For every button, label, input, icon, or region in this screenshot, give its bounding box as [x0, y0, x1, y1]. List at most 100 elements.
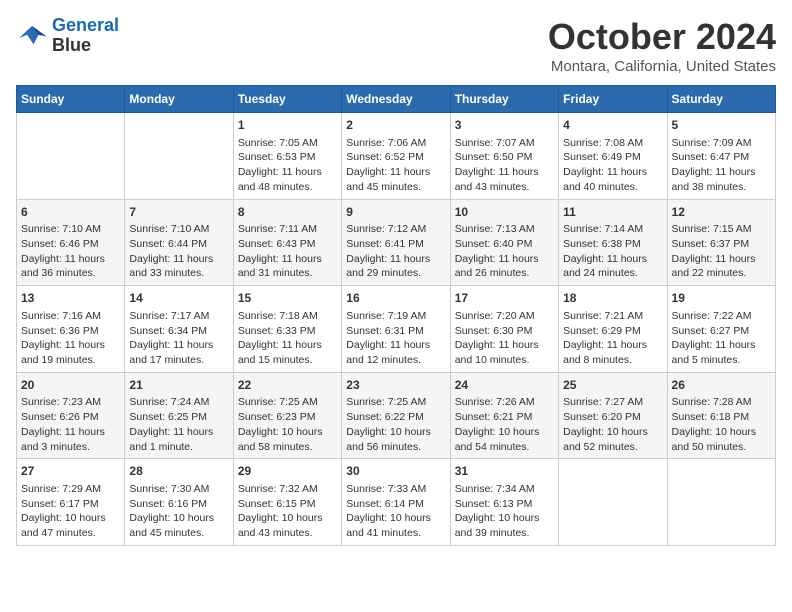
calendar-cell: 27 Sunrise: 7:29 AM Sunset: 6:17 PM Dayli…: [17, 459, 125, 546]
day-number: 13: [21, 290, 120, 307]
weekday-header: Friday: [559, 86, 667, 113]
day-info: Sunrise: 7:07 AM Sunset: 6:50 PM Dayligh…: [455, 136, 554, 195]
day-number: 27: [21, 463, 120, 480]
day-info: Sunrise: 7:22 AM Sunset: 6:27 PM Dayligh…: [672, 309, 771, 368]
calendar-cell: 1 Sunrise: 7:05 AM Sunset: 6:53 PM Daylig…: [233, 113, 341, 200]
day-number: 12: [672, 204, 771, 221]
calendar-cell: 16 Sunrise: 7:19 AM Sunset: 6:31 PM Dayli…: [342, 286, 450, 373]
calendar-cell: 18 Sunrise: 7:21 AM Sunset: 6:29 PM Dayli…: [559, 286, 667, 373]
logo: General Blue: [16, 16, 119, 56]
day-number: 7: [129, 204, 228, 221]
day-info: Sunrise: 7:11 AM Sunset: 6:43 PM Dayligh…: [238, 222, 337, 281]
calendar-cell: 26Sunrise: 7:28 AM Sunset: 6:18 PM Dayli…: [667, 372, 775, 459]
day-number: 28: [129, 463, 228, 480]
day-info: Sunrise: 7:08 AM Sunset: 6:49 PM Dayligh…: [563, 136, 662, 195]
day-number: 15: [238, 290, 337, 307]
weekday-header: Thursday: [450, 86, 558, 113]
weekday-header: Monday: [125, 86, 233, 113]
day-info: Sunrise: 7:25 AM Sunset: 6:23 PM Dayligh…: [238, 395, 337, 454]
calendar-cell: [559, 459, 667, 546]
weekday-header: Tuesday: [233, 86, 341, 113]
day-number: 3: [455, 117, 554, 134]
calendar-cell: 19 Sunrise: 7:22 AM Sunset: 6:27 PM Dayli…: [667, 286, 775, 373]
calendar-cell: 25Sunrise: 7:27 AM Sunset: 6:20 PM Dayli…: [559, 372, 667, 459]
calendar-cell: 24Sunrise: 7:26 AM Sunset: 6:21 PM Dayli…: [450, 372, 558, 459]
calendar-cell: [17, 113, 125, 200]
calendar-cell: 9Sunrise: 7:12 AM Sunset: 6:41 PM Daylig…: [342, 199, 450, 286]
day-number: 9: [346, 204, 445, 221]
day-info: Sunrise: 7:19 AM Sunset: 6:31 PM Dayligh…: [346, 309, 445, 368]
day-info: Sunrise: 7:12 AM Sunset: 6:41 PM Dayligh…: [346, 222, 445, 281]
day-info: Sunrise: 7:14 AM Sunset: 6:38 PM Dayligh…: [563, 222, 662, 281]
day-info: Sunrise: 7:33 AM Sunset: 6:14 PM Dayligh…: [346, 482, 445, 541]
calendar-cell: 28 Sunrise: 7:30 AM Sunset: 6:16 PM Dayli…: [125, 459, 233, 546]
calendar-cell: 22Sunrise: 7:25 AM Sunset: 6:23 PM Dayli…: [233, 372, 341, 459]
day-info: Sunrise: 7:26 AM Sunset: 6:21 PM Dayligh…: [455, 395, 554, 454]
day-info: Sunrise: 7:05 AM Sunset: 6:53 PM Dayligh…: [238, 136, 337, 195]
day-info: Sunrise: 7:29 AM Sunset: 6:17 PM Dayligh…: [21, 482, 120, 541]
calendar-cell: 13 Sunrise: 7:16 AM Sunset: 6:36 PM Dayli…: [17, 286, 125, 373]
day-info: Sunrise: 7:34 AM Sunset: 6:13 PM Dayligh…: [455, 482, 554, 541]
day-info: Sunrise: 7:10 AM Sunset: 6:46 PM Dayligh…: [21, 222, 120, 281]
calendar-table: SundayMondayTuesdayWednesdayThursdayFrid…: [16, 85, 776, 546]
day-number: 24: [455, 377, 554, 394]
calendar-header: SundayMondayTuesdayWednesdayThursdayFrid…: [17, 86, 776, 113]
calendar-cell: 29 Sunrise: 7:32 AM Sunset: 6:15 PM Dayli…: [233, 459, 341, 546]
day-info: Sunrise: 7:25 AM Sunset: 6:22 PM Dayligh…: [346, 395, 445, 454]
calendar-cell: 15Sunrise: 7:18 AM Sunset: 6:33 PM Dayli…: [233, 286, 341, 373]
day-number: 29: [238, 463, 337, 480]
day-number: 8: [238, 204, 337, 221]
logo-text: General Blue: [52, 16, 119, 56]
day-number: 23: [346, 377, 445, 394]
month-title: October 2024: [548, 16, 776, 58]
calendar-body: 1 Sunrise: 7:05 AM Sunset: 6:53 PM Daylig…: [17, 113, 776, 546]
weekday-header: Saturday: [667, 86, 775, 113]
calendar-week-row: 27 Sunrise: 7:29 AM Sunset: 6:17 PM Dayli…: [17, 459, 776, 546]
day-info: Sunrise: 7:16 AM Sunset: 6:36 PM Dayligh…: [21, 309, 120, 368]
calendar-cell: 2 Sunrise: 7:06 AM Sunset: 6:52 PM Daylig…: [342, 113, 450, 200]
day-number: 5: [672, 117, 771, 134]
day-number: 1: [238, 117, 337, 134]
day-number: 31: [455, 463, 554, 480]
day-number: 16: [346, 290, 445, 307]
calendar-cell: 4Sunrise: 7:08 AM Sunset: 6:49 PM Daylig…: [559, 113, 667, 200]
calendar-cell: 12Sunrise: 7:15 AM Sunset: 6:37 PM Dayli…: [667, 199, 775, 286]
calendar-cell: 8Sunrise: 7:11 AM Sunset: 6:43 PM Daylig…: [233, 199, 341, 286]
day-info: Sunrise: 7:10 AM Sunset: 6:44 PM Dayligh…: [129, 222, 228, 281]
day-number: 14: [129, 290, 228, 307]
calendar-cell: 20Sunrise: 7:23 AM Sunset: 6:26 PM Dayli…: [17, 372, 125, 459]
calendar-week-row: 20Sunrise: 7:23 AM Sunset: 6:26 PM Dayli…: [17, 372, 776, 459]
day-number: 19: [672, 290, 771, 307]
day-info: Sunrise: 7:32 AM Sunset: 6:15 PM Dayligh…: [238, 482, 337, 541]
calendar-cell: 7Sunrise: 7:10 AM Sunset: 6:44 PM Daylig…: [125, 199, 233, 286]
location: Montara, California, United States: [548, 58, 776, 75]
calendar-cell: [125, 113, 233, 200]
day-number: 20: [21, 377, 120, 394]
calendar-cell: 3 Sunrise: 7:07 AM Sunset: 6:50 PM Daylig…: [450, 113, 558, 200]
calendar-cell: 5Sunrise: 7:09 AM Sunset: 6:47 PM Daylig…: [667, 113, 775, 200]
calendar-week-row: 6Sunrise: 7:10 AM Sunset: 6:46 PM Daylig…: [17, 199, 776, 286]
day-info: Sunrise: 7:23 AM Sunset: 6:26 PM Dayligh…: [21, 395, 120, 454]
calendar-cell: 23Sunrise: 7:25 AM Sunset: 6:22 PM Dayli…: [342, 372, 450, 459]
day-number: 26: [672, 377, 771, 394]
calendar-week-row: 1 Sunrise: 7:05 AM Sunset: 6:53 PM Daylig…: [17, 113, 776, 200]
day-number: 22: [238, 377, 337, 394]
day-info: Sunrise: 7:21 AM Sunset: 6:29 PM Dayligh…: [563, 309, 662, 368]
day-number: 25: [563, 377, 662, 394]
calendar-cell: [667, 459, 775, 546]
day-info: Sunrise: 7:20 AM Sunset: 6:30 PM Dayligh…: [455, 309, 554, 368]
logo-icon: [16, 22, 48, 50]
day-info: Sunrise: 7:06 AM Sunset: 6:52 PM Dayligh…: [346, 136, 445, 195]
day-info: Sunrise: 7:30 AM Sunset: 6:16 PM Dayligh…: [129, 482, 228, 541]
day-number: 2: [346, 117, 445, 134]
day-number: 17: [455, 290, 554, 307]
calendar-cell: 6Sunrise: 7:10 AM Sunset: 6:46 PM Daylig…: [17, 199, 125, 286]
day-number: 11: [563, 204, 662, 221]
calendar-cell: 10Sunrise: 7:13 AM Sunset: 6:40 PM Dayli…: [450, 199, 558, 286]
calendar-cell: 11Sunrise: 7:14 AM Sunset: 6:38 PM Dayli…: [559, 199, 667, 286]
title-block: October 2024 Montara, California, United…: [548, 16, 776, 75]
day-info: Sunrise: 7:17 AM Sunset: 6:34 PM Dayligh…: [129, 309, 228, 368]
calendar-cell: 17 Sunrise: 7:20 AM Sunset: 6:30 PM Dayli…: [450, 286, 558, 373]
calendar-cell: 30Sunrise: 7:33 AM Sunset: 6:14 PM Dayli…: [342, 459, 450, 546]
day-number: 18: [563, 290, 662, 307]
